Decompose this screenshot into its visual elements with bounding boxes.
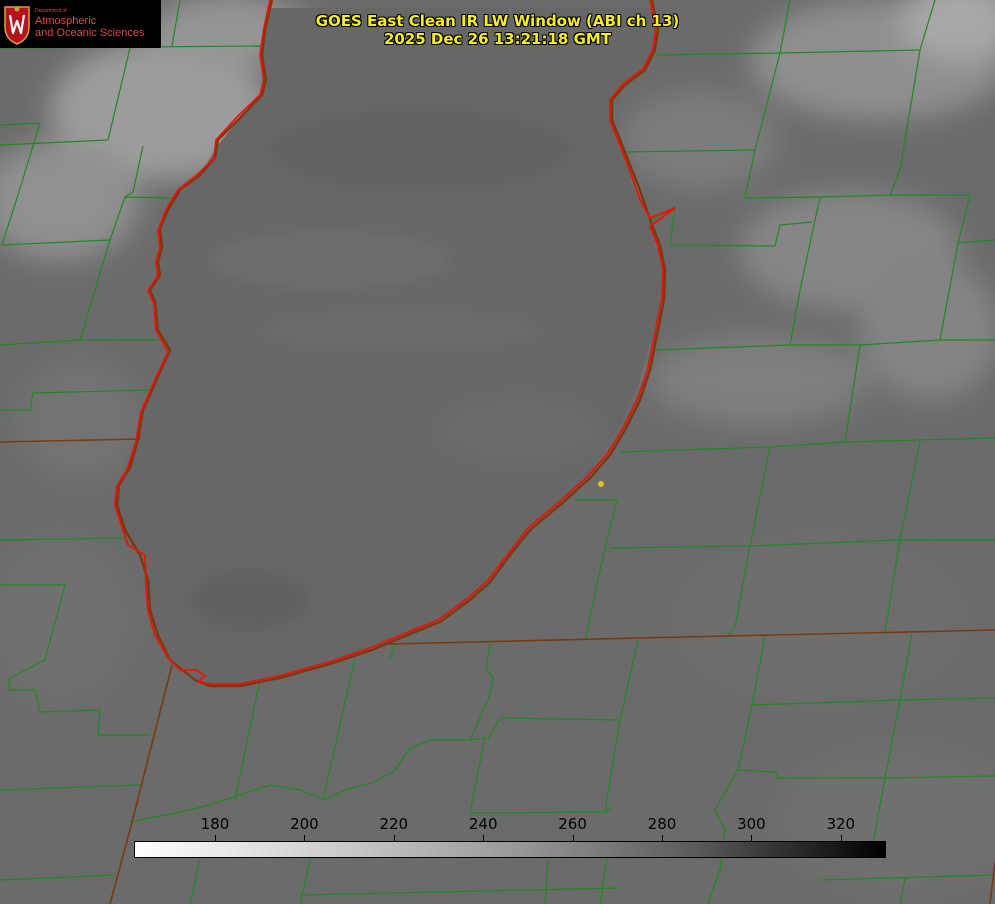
colorbar-tick-label: 280 bbox=[647, 815, 677, 833]
colorbar-tick-label: 300 bbox=[737, 815, 766, 833]
colorbar-tick-label: 220 bbox=[379, 815, 409, 833]
colorbar-tick-label: 200 bbox=[290, 815, 319, 833]
colorbar bbox=[134, 841, 886, 858]
satellite-map bbox=[0, 0, 995, 904]
image-timestamp: 2025 Dec 26 13:21:18 GMT bbox=[383, 30, 612, 48]
station-dot bbox=[598, 481, 604, 487]
aos-logo: Department of Atmospheric and Oceanic Sc… bbox=[0, 0, 161, 48]
logo-line1: Atmospheric bbox=[35, 15, 97, 27]
logo-line2: and Oceanic Sciences bbox=[35, 27, 145, 39]
colorbar-tick-label: 320 bbox=[826, 815, 856, 833]
colorbar-tick-label: 260 bbox=[558, 815, 587, 833]
logo-dept-label: Department of bbox=[35, 8, 67, 14]
uw-crest-icon bbox=[4, 6, 30, 45]
colorbar-tick-label: 240 bbox=[468, 815, 498, 833]
satellite-image-viewer: Department of Atmospheric and Oceanic Sc… bbox=[0, 0, 995, 904]
image-title: GOES East Clean IR LW Window (ABI ch 13) bbox=[315, 12, 680, 30]
colorbar-tick-label: 180 bbox=[200, 815, 230, 833]
